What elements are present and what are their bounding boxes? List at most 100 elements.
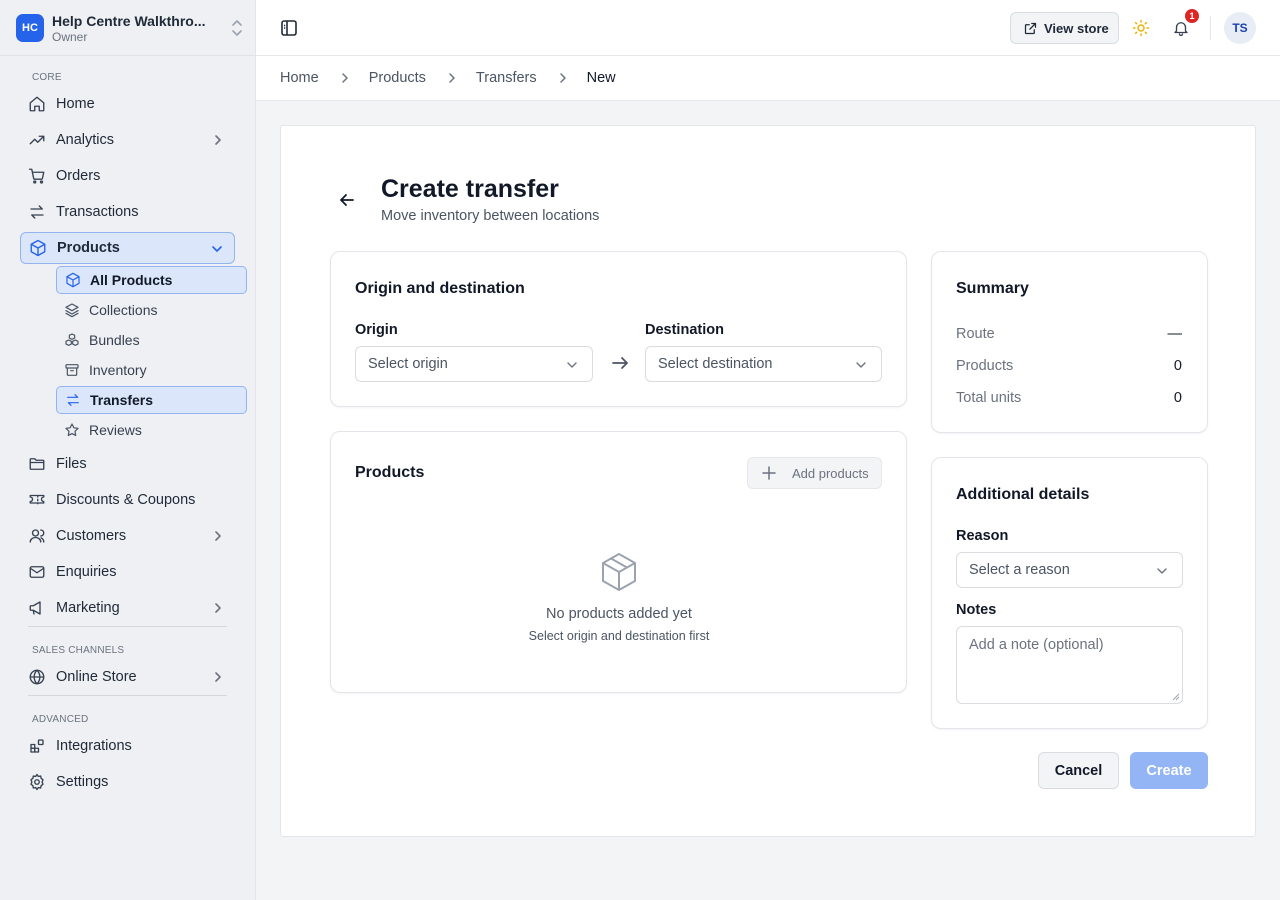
sidebar-subitem-transfers[interactable]: Transfers [56, 386, 247, 414]
section-label-advanced: ADVANCED [32, 714, 89, 725]
summary-row-route: Route — [956, 326, 1182, 342]
breadcrumb-current: New [586, 70, 616, 86]
sidebar-item-label: Discounts & Coupons [56, 492, 196, 508]
package-icon [602, 553, 636, 591]
chevron-right-icon [215, 531, 221, 541]
workspace-switcher[interactable]: HC Help Centre Walkthro... Owner [16, 8, 244, 48]
workspace-logo: HC [16, 14, 44, 42]
sidebar-separator [28, 695, 227, 696]
chevron-right-icon [449, 73, 455, 83]
origin-select[interactable]: Select origin [355, 346, 593, 382]
sidebar-separator [28, 626, 227, 627]
sidebar-subitem-collections[interactable]: Collections [56, 296, 247, 324]
sidebar-item-enquiries[interactable]: Enquiries [20, 556, 235, 588]
sidebar-divider [0, 55, 256, 56]
view-store-button[interactable]: View store [1010, 12, 1119, 44]
breadcrumb: Home Products Transfers New [256, 56, 1280, 101]
sidebar-item-settings[interactable]: Settings [20, 766, 235, 798]
arrow-left-icon[interactable] [339, 192, 355, 208]
sidebar-item-label: Transactions [56, 204, 139, 220]
arrows-left-right-icon [67, 394, 79, 406]
sidebar-item-home[interactable]: Home [20, 88, 235, 120]
sidebar-subitem-bundles[interactable]: Bundles [56, 326, 247, 354]
breadcrumb-home[interactable]: Home [280, 70, 319, 86]
archive-icon [65, 364, 79, 376]
sidebar-item-label: Enquiries [56, 564, 117, 580]
notes-placeholder: Add a note (optional) [969, 637, 1104, 653]
create-button[interactable]: Create [1130, 752, 1208, 789]
card-title: Products [355, 464, 425, 481]
sidebar-item-label: Integrations [56, 738, 132, 754]
sidebar-subitem-all-products[interactable]: All Products [56, 266, 247, 294]
summary-value: 0 [1173, 390, 1182, 406]
sidebar-item-orders[interactable]: Orders [20, 160, 235, 192]
topbar-divider [1210, 16, 1211, 40]
resize-handle-icon[interactable] [1172, 693, 1180, 701]
add-products-button[interactable]: Add products [747, 457, 882, 489]
chevron-right-icon [215, 672, 221, 682]
additional-details-card: Additional details Reason Select a reaso… [931, 457, 1208, 729]
plus-icon [762, 466, 776, 480]
trending-up-icon [29, 135, 45, 145]
cancel-button[interactable]: Cancel [1038, 752, 1119, 789]
sidebar-item-online-store[interactable]: Online Store [20, 661, 235, 693]
sidebar-item-integrations[interactable]: Integrations [20, 730, 235, 762]
notes-textarea[interactable]: Add a note (optional) [956, 626, 1183, 704]
sidebar-toggle-icon[interactable] [280, 19, 298, 37]
chevron-right-icon [341, 73, 348, 83]
ticket-icon [29, 494, 45, 505]
sidebar-item-label: Home [56, 96, 95, 112]
summary-card: Summary Route — Products 0 Total units 0 [931, 251, 1208, 433]
sidebar-subitem-reviews[interactable]: Reviews [56, 416, 247, 444]
blocks-icon [30, 739, 44, 753]
sidebar-item-label: Orders [56, 168, 101, 184]
arrow-right-icon [612, 357, 628, 369]
megaphone-icon [29, 601, 41, 615]
reason-select[interactable]: Select a reason [956, 552, 1183, 588]
sidebar-item-discounts[interactable]: Discounts & Coupons [20, 484, 235, 516]
sidebar-item-files[interactable]: Files [20, 448, 235, 480]
summary-label: Total units [956, 390, 1022, 406]
sidebar-subitem-label: Collections [89, 302, 158, 318]
sidebar-item-transactions[interactable]: Transactions [20, 196, 235, 228]
avatar[interactable]: TS [1224, 12, 1256, 44]
external-link-icon [1024, 22, 1037, 34]
breadcrumb-products[interactable]: Products [369, 70, 426, 86]
sun-icon[interactable] [1132, 19, 1150, 37]
sidebar: HC Help Centre Walkthro... Owner CORE Ho… [0, 0, 256, 900]
layers-icon [65, 303, 79, 318]
notes-label: Notes [956, 602, 997, 618]
breadcrumb-transfers[interactable]: Transfers [476, 70, 537, 86]
sidebar-item-marketing[interactable]: Marketing [20, 592, 235, 624]
sidebar-item-label: Files [56, 456, 87, 472]
reason-label: Reason [956, 528, 1009, 544]
sidebar-subitem-label: Inventory [89, 362, 147, 378]
reason-select-value: Select a reason [969, 562, 1070, 578]
sidebar-subitem-label: Reviews [89, 422, 142, 438]
sidebar-item-customers[interactable]: Customers [20, 520, 235, 552]
origin-label: Origin [355, 322, 398, 338]
sidebar-subitem-label: All Products [90, 272, 173, 288]
sidebar-item-products[interactable]: Products [20, 232, 235, 264]
chevron-right-icon [215, 603, 221, 613]
sidebar-item-analytics[interactable]: Analytics [20, 124, 235, 156]
sidebar-subitem-inventory[interactable]: Inventory [56, 356, 247, 384]
sidebar-item-label: Settings [56, 774, 109, 790]
card-title: Additional details [956, 486, 1090, 503]
destination-select-value: Select destination [658, 356, 773, 372]
home-icon [29, 96, 45, 112]
workspace-name: Help Centre Walkthro... [52, 12, 206, 29]
chevron-down-icon [856, 362, 866, 368]
origin-destination-card: Origin and destination Origin Select ori… [330, 251, 907, 407]
mail-icon [29, 566, 45, 578]
destination-select[interactable]: Select destination [645, 346, 882, 382]
sidebar-subitem-label: Bundles [89, 332, 140, 348]
destination-label: Destination [645, 322, 724, 338]
products-card: Products Add products No products added … [330, 431, 907, 693]
chevrons-up-down-icon [232, 20, 242, 36]
cart-icon [28, 168, 45, 184]
view-store-label: View store [1044, 20, 1109, 36]
summary-row-products: Products 0 [956, 358, 1182, 374]
section-label-sales-channels: SALES CHANNELS [32, 645, 125, 656]
chevron-down-icon [567, 362, 577, 368]
